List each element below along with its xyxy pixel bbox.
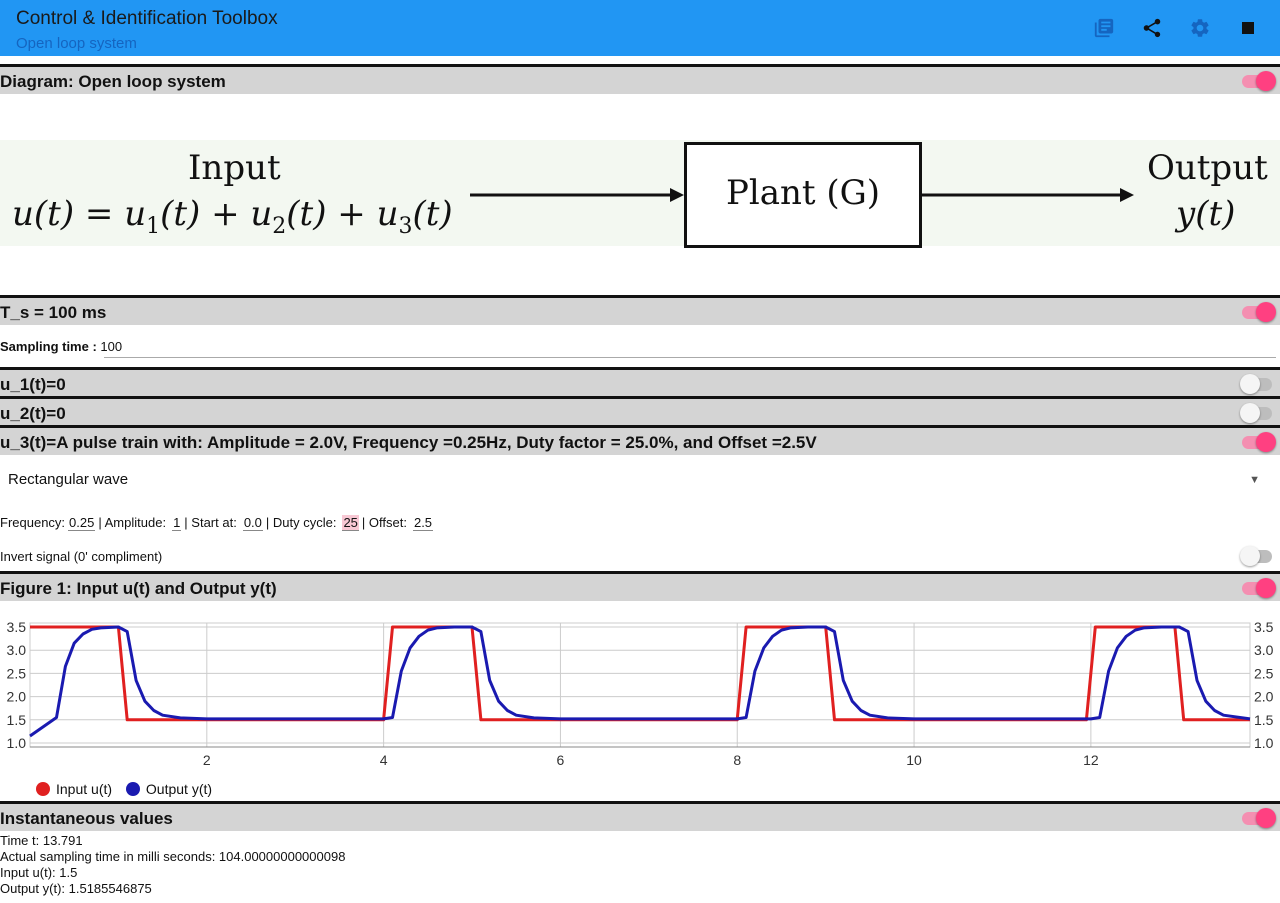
instant-actual-sampling: Actual sampling time in milli seconds: 1… — [0, 849, 346, 864]
frequency-input[interactable]: 0.25 — [68, 515, 96, 531]
u2-header-label: u_2(t)=0 — [0, 404, 66, 423]
chevron-down-icon: ▼ — [1249, 474, 1260, 486]
frequency-label: Frequency: — [0, 515, 66, 530]
diagram-toggle[interactable] — [1242, 71, 1276, 91]
u1-header-label: u_1(t)=0 — [0, 375, 66, 394]
sampling-field-value[interactable]: 100 — [100, 339, 122, 354]
y-tick-label-left: 1.0 — [7, 735, 27, 751]
amplitude-input[interactable]: 1 — [172, 515, 182, 531]
block-diagram: Input u(t) = u1(t) + u2(t) + u3(t) Plant… — [0, 96, 1280, 296]
x-tick-label: 10 — [906, 752, 922, 768]
u2-toggle[interactable] — [1240, 403, 1272, 423]
u3-toggle[interactable] — [1242, 432, 1276, 452]
offset-input[interactable]: 2.5 — [412, 515, 434, 531]
offset-label: | Offset: — [361, 515, 407, 530]
waveform-selected: Rectangular wave — [8, 471, 129, 488]
instant-header-label: Instantaneous values — [0, 809, 173, 828]
plot-area — [29, 622, 1251, 748]
y-tick-label-right: 1.0 — [1254, 735, 1274, 751]
invert-label: Invert signal (0' compliment) — [0, 549, 163, 564]
io-chart: 1.0 1.0 1.5 1.5 2.0 2.0 2.5 2.5 3.0 3.0 3.5 3.5 2 4 6 8… — [7, 619, 1274, 768]
legend-output: Output y(t) — [125, 781, 213, 797]
duty-input[interactable]: 25 — [342, 515, 359, 531]
amplitude-label: | Amplitude: — [98, 515, 167, 530]
u1-header: u_1(t)=0 — [0, 367, 1280, 397]
instant-toggle[interactable] — [1242, 808, 1276, 828]
legend-input-label: Input u(t) — [56, 781, 113, 797]
y-tick-label-right: 3.5 — [1254, 619, 1274, 635]
figure-header: Figure 1: Input u(t) and Output y(t) — [0, 571, 1280, 601]
x-tick-label: 4 — [380, 752, 388, 768]
input-formula: u(t) = u1(t) + u2(t) + u3(t) — [12, 194, 453, 239]
figure-toggle[interactable] — [1242, 578, 1276, 598]
start-input[interactable]: 0.0 — [242, 515, 263, 531]
input-arrow — [470, 188, 684, 202]
instant-input: Input u(t): 1.5 — [0, 865, 78, 880]
y-tick-label-left: 3.5 — [7, 619, 27, 635]
plant-label: Plant (G) — [725, 173, 881, 213]
output-arrow — [922, 188, 1134, 202]
y-tick-label-right: 2.5 — [1254, 665, 1274, 681]
duty-label: | Duty cycle: — [265, 515, 337, 530]
x-tick-label: 12 — [1083, 752, 1099, 768]
input-label: Input — [188, 148, 281, 188]
y-tick-label-right: 1.5 — [1254, 712, 1274, 728]
sampling-row: Sampling time : 100 — [0, 339, 122, 354]
x-tick-label: 2 — [203, 752, 211, 768]
x-tick-label: 6 — [557, 752, 565, 768]
u3-header-label: u_3(t)=A pulse train with: Amplitude = 2… — [0, 433, 817, 452]
sampling-field-label: Sampling time : — [0, 339, 97, 354]
y-tick-label-left: 1.5 — [7, 712, 27, 728]
y-tick-label-left: 2.0 — [7, 689, 27, 705]
u2-header: u_2(t)=0 — [0, 396, 1280, 426]
diagram-header-label: Diagram: Open loop system — [0, 72, 226, 91]
figure-header-label: Figure 1: Input u(t) and Output y(t) — [0, 579, 277, 598]
signal-params-row: Frequency: 0.25 | Amplitude: 1 | Start at: 0.… — [0, 515, 436, 531]
y-tick-label-right: 2.0 — [1254, 689, 1274, 705]
y-tick-label-right: 3.0 — [1254, 642, 1274, 658]
legend-output-marker — [125, 782, 140, 796]
y-tick-label-left: 2.5 — [7, 665, 27, 681]
x-tick-label: 8 — [733, 752, 741, 768]
library-icon[interactable] — [1090, 14, 1118, 42]
u1-toggle[interactable] — [1240, 374, 1272, 394]
instant-time: Time t: 13.791 — [0, 833, 83, 848]
sampling-toggle[interactable] — [1242, 302, 1276, 322]
legend-input-marker — [36, 782, 50, 796]
invert-toggle[interactable] — [1240, 546, 1272, 566]
output-var: y(t) — [1176, 194, 1236, 234]
instant-output: Output y(t): 1.5185546875 — [0, 881, 152, 896]
app-bar: Control & Identification Toolbox Open lo… — [0, 0, 1280, 56]
start-label: | Start at: — [184, 515, 237, 530]
y-tick-label-left: 3.0 — [7, 642, 27, 658]
sampling-field-underline — [104, 357, 1276, 358]
legend-output-label: Output y(t) — [145, 781, 213, 797]
stop-icon[interactable] — [1234, 14, 1262, 42]
instant-values: Time t: 13.791 Actual sampling time in m… — [0, 833, 345, 897]
u3-header: u_3(t)=A pulse train with: Amplitude = 2… — [0, 425, 1280, 455]
sampling-header-label: T_s = 100 ms — [0, 303, 107, 322]
waveform-dropdown[interactable]: Rectangular wave ▼ — [0, 464, 1280, 496]
chart-legend: Input u(t) Output y(t) — [36, 781, 212, 799]
output-series-line — [29, 625, 1251, 738]
sampling-header: T_s = 100 ms — [0, 295, 1280, 325]
plant-block: Plant (G) — [684, 142, 922, 248]
legend-input: Input u(t) — [36, 781, 112, 797]
output-label: Output — [1147, 148, 1268, 188]
input-formula-lhs: u(t) = u — [12, 194, 147, 234]
app-subtitle: Open loop system — [16, 35, 137, 52]
app-title: Control & Identification Toolbox — [16, 8, 278, 29]
diagram-header: Diagram: Open loop system — [0, 64, 1280, 94]
share-icon[interactable] — [1138, 14, 1166, 42]
settings-icon[interactable] — [1186, 14, 1214, 42]
instant-header: Instantaneous values — [0, 801, 1280, 831]
